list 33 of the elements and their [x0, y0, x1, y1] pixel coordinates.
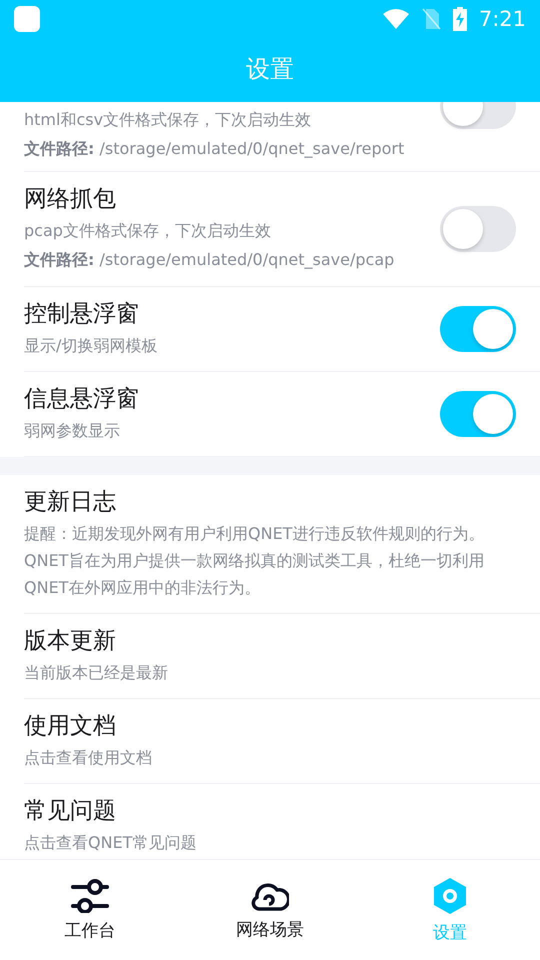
file-path: 文件路径: /storage/emulated/0/qnet_save/report	[24, 138, 406, 160]
no-sim-icon	[420, 8, 441, 30]
info-title: 常见问题	[24, 797, 117, 826]
setting-description: html和csv文件格式保存，下次启动生效	[24, 109, 312, 131]
sliders-icon	[71, 878, 109, 912]
info-title: 更新日志	[24, 488, 117, 517]
info-item[interactable]: 更新日志 提醒：近期发现外网有用户利用QNET进行违反软件规则的行为。QNET旨在为用户提供一款网络拟真的测试类工具，杜绝一切利用QNET在外网应用中的非法行为。	[24, 475, 540, 614]
setting-title: 信息悬浮窗	[24, 385, 140, 414]
info-description: 点击查看QNET常见问题	[24, 832, 198, 854]
file-path: 文件路径: /storage/emulated/0/qnet_save/pcap	[24, 249, 396, 271]
nav-tab[interactable]: 工作台	[0, 860, 180, 960]
setting-description: 弱网参数显示	[24, 420, 121, 442]
app-notification-icon	[14, 6, 40, 32]
setting-description: pcap文件格式保存，下次启动生效	[24, 220, 272, 242]
info-item[interactable]: 使用文档 点击查看使用文档	[24, 699, 540, 784]
info-title: 使用文档	[24, 712, 117, 741]
toggle-switch[interactable]	[440, 306, 516, 352]
info-item[interactable]: 版本更新 当前版本已经是最新	[24, 614, 540, 699]
battery-charging-icon	[452, 7, 467, 31]
toggle-switch[interactable]	[440, 206, 516, 252]
setting-title: 网络抓包	[24, 185, 117, 214]
toggle-switch[interactable]	[440, 391, 516, 437]
info-description: 当前版本已经是最新	[24, 662, 169, 684]
nav-tab[interactable]: 网络场景	[180, 860, 360, 960]
info-title: 版本更新	[24, 627, 117, 656]
clock-time: 7:21	[478, 7, 526, 31]
setting-description: 显示/切换弱网模板	[24, 335, 158, 357]
setting-title: 控制悬浮窗	[24, 300, 140, 329]
settings-icon	[432, 876, 468, 914]
page-title: 设置	[245, 54, 295, 85]
info-description: 提醒：近期发现外网有用户利用QNET进行违反软件规则的行为。QNET旨在为用户提供一款网络拟真的测试类工具，杜绝一切利用QNET在外网应用中的非法行为。	[24, 523, 486, 599]
wifi-icon	[382, 9, 409, 29]
info-description: 点击查看使用文档	[24, 747, 153, 769]
